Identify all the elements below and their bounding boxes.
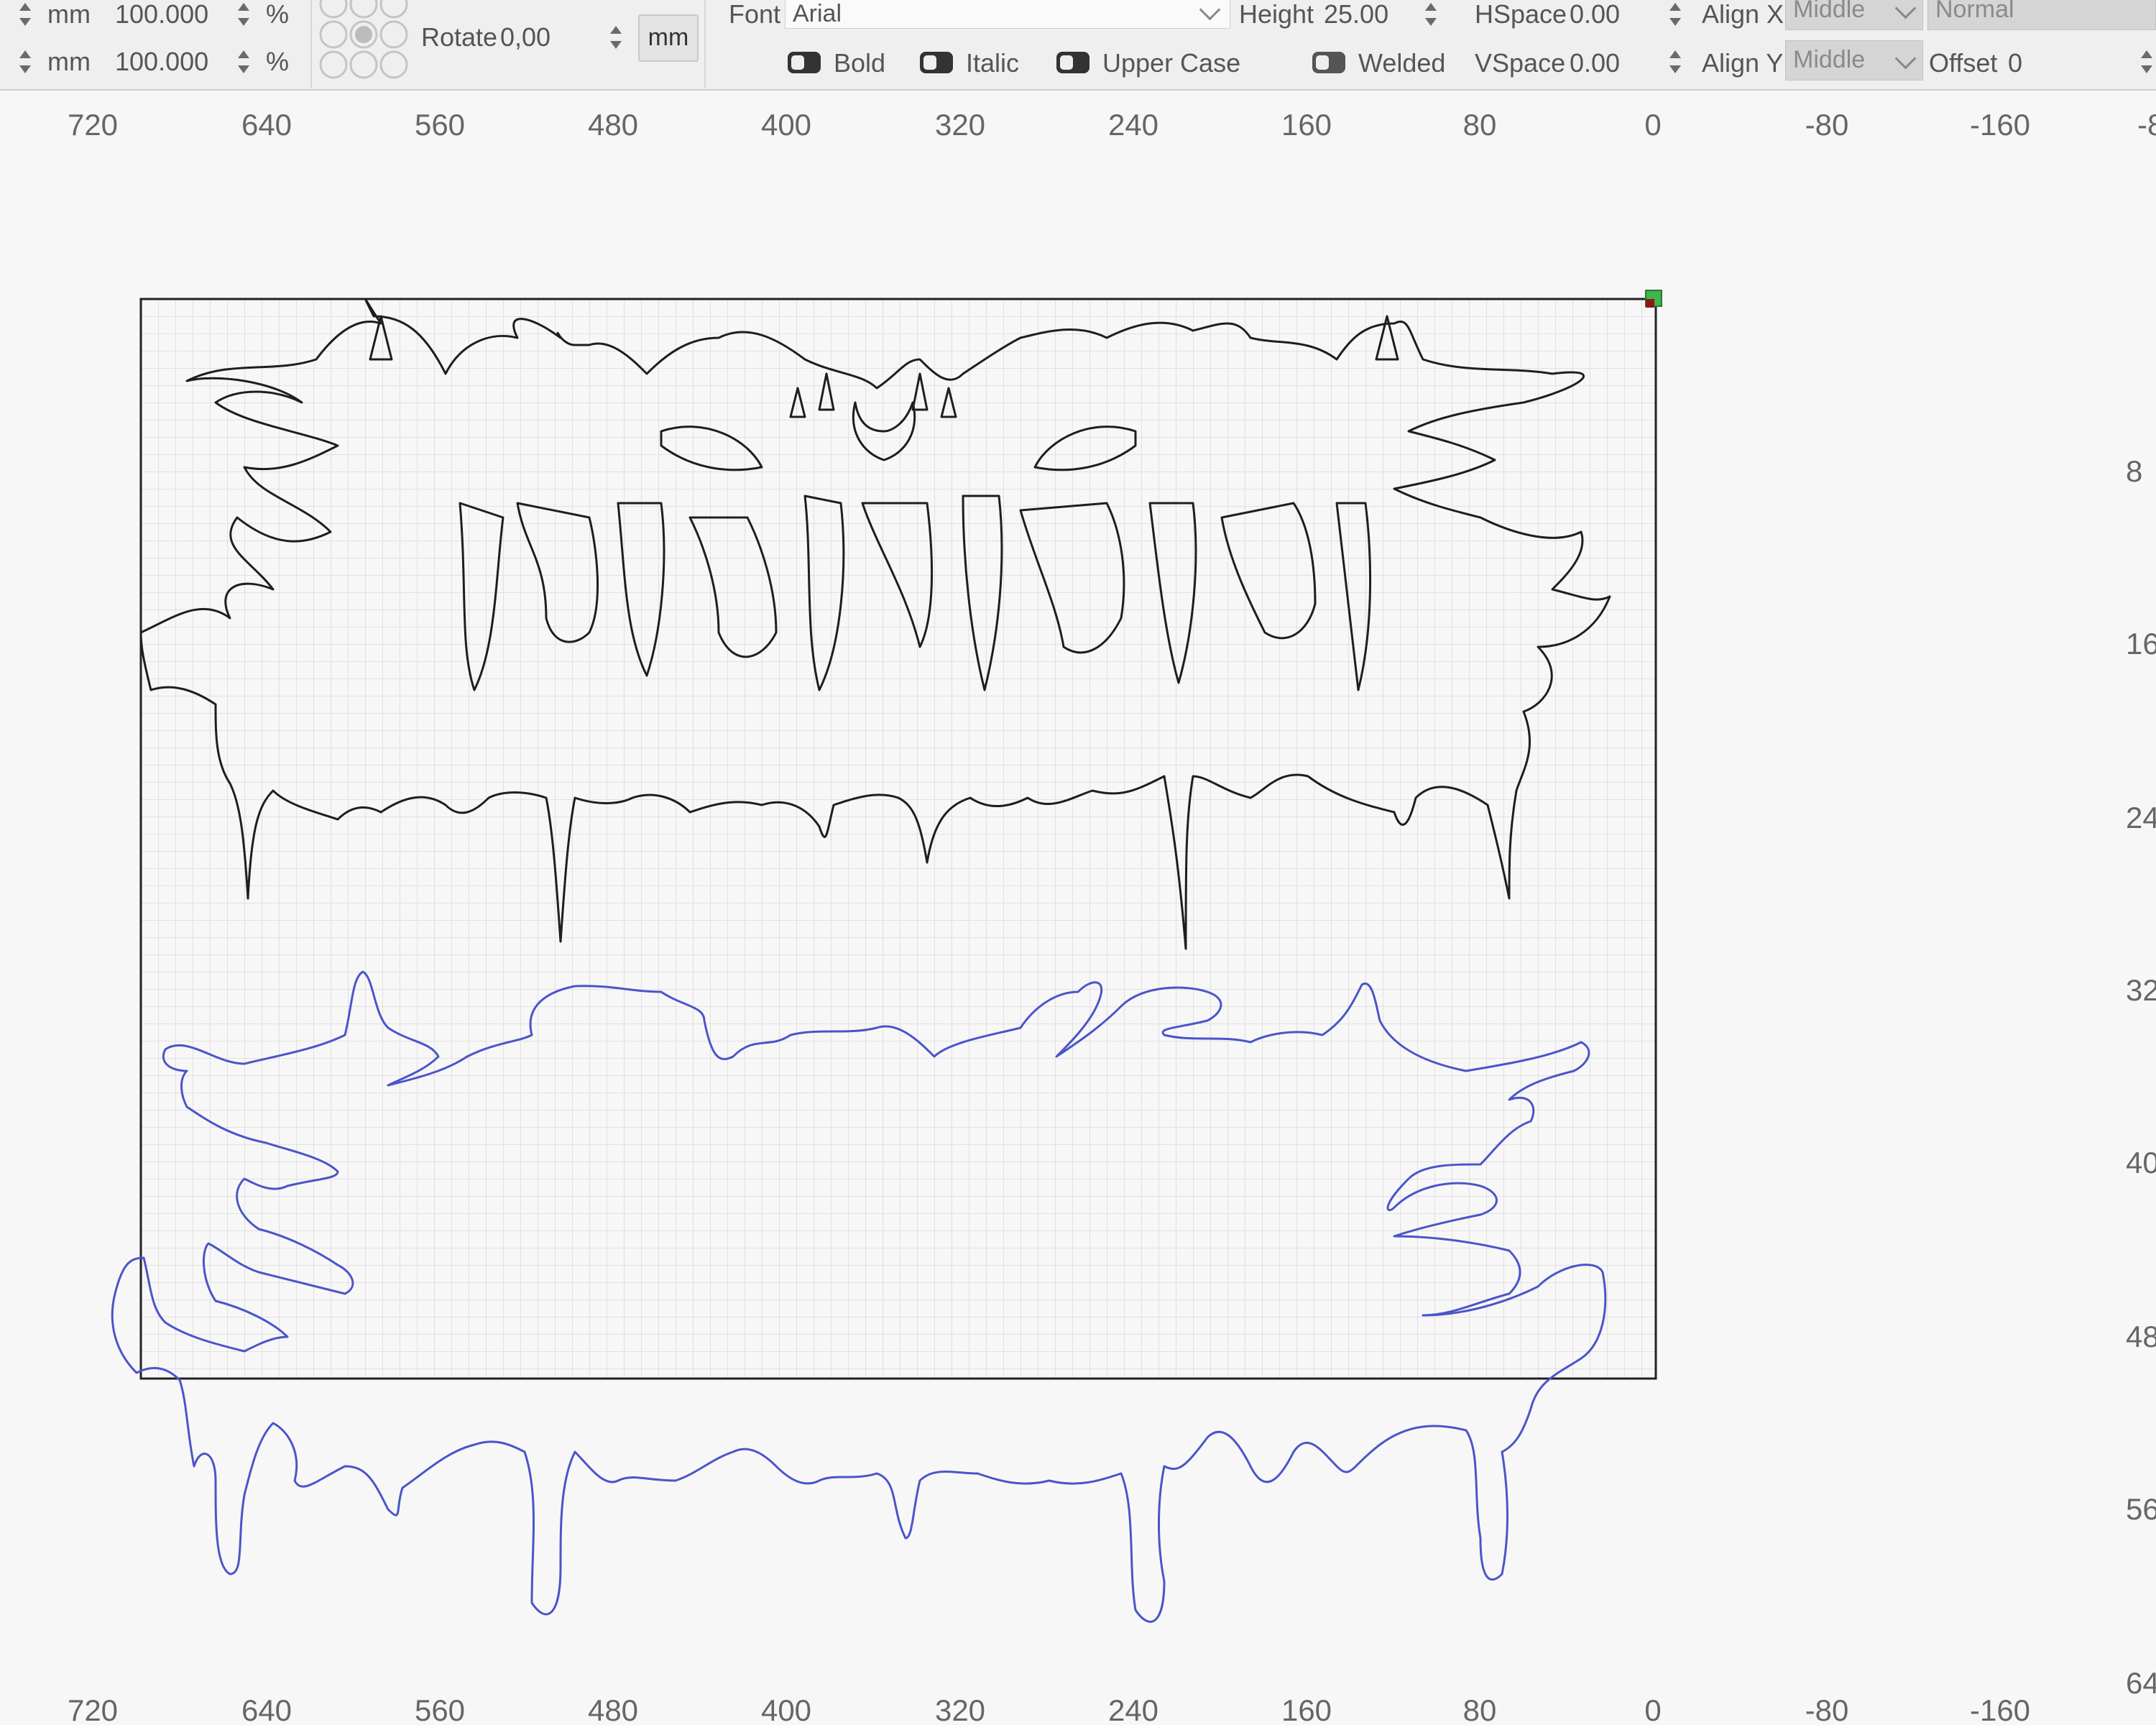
selection-handle-icon[interactable] — [1645, 290, 1662, 308]
design-canvas[interactable] — [0, 0, 2156, 1725]
work-area — [139, 298, 1657, 1380]
